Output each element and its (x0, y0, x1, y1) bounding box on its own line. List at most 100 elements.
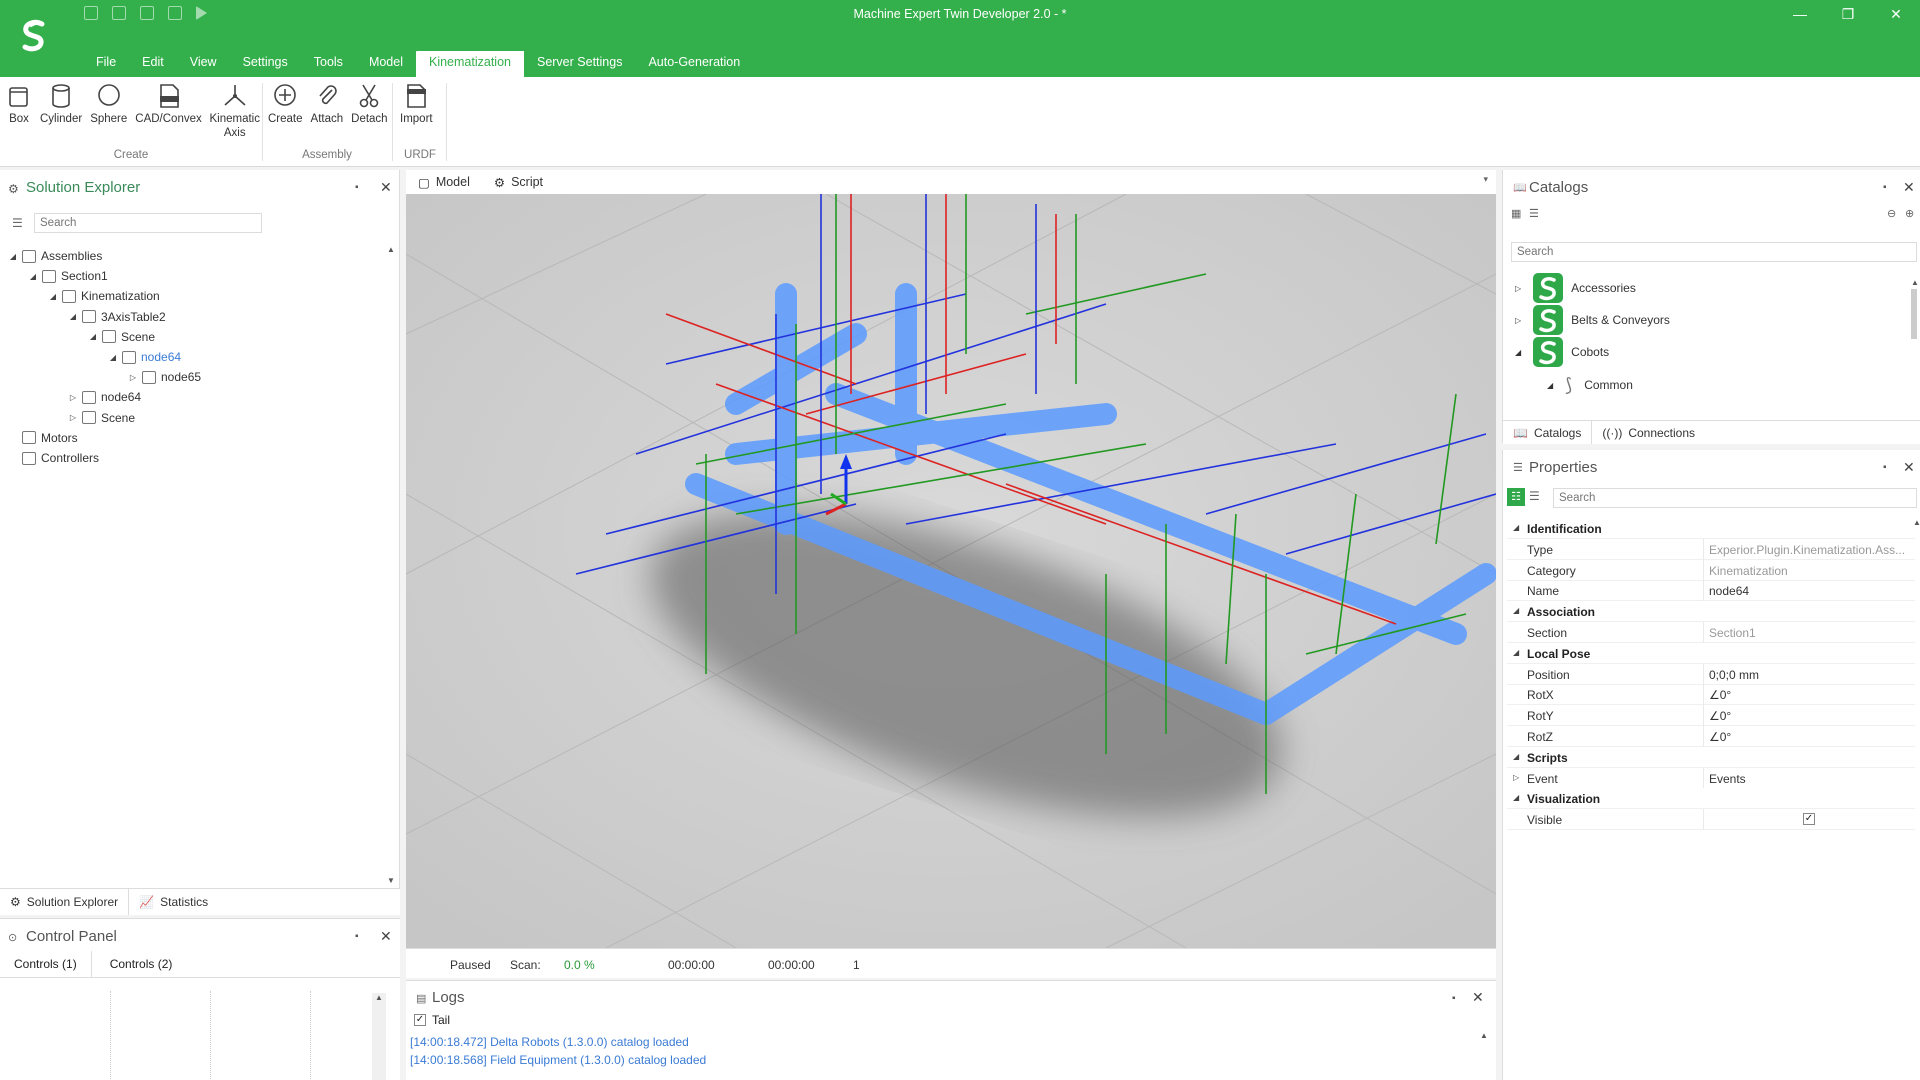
pin-icon[interactable]: ▪ (1452, 993, 1456, 1004)
tree-node[interactable]: ◢ node64 (108, 348, 181, 366)
property-row[interactable]: Category Kinematization (1507, 559, 1915, 581)
menu-kinematization[interactable]: Kinematization (415, 51, 524, 77)
3d-scene-canvas[interactable] (406, 194, 1496, 948)
property-value[interactable]: ∠0° (1709, 688, 1909, 702)
alphabetical-view-icon[interactable]: ☰ (1529, 489, 1540, 503)
kinematic-axis-button[interactable]: Kinematic Axis (206, 77, 264, 140)
close-panel-icon[interactable]: ✕ (380, 928, 392, 945)
expand-icon[interactable]: ▷ (68, 413, 78, 422)
controls-scrollbar[interactable]: ▲ (372, 993, 386, 1080)
menu-file[interactable]: File (83, 51, 129, 77)
property-row[interactable]: RotZ ∠0° (1507, 726, 1915, 747)
property-row[interactable]: Position 0;0;0 mm (1507, 663, 1915, 685)
collapse-icon[interactable]: ◢ (68, 312, 78, 321)
tree-node[interactable]: ◢ 3AxisTable2 (68, 308, 166, 326)
categorized-view-icon[interactable]: ☷ (1507, 488, 1525, 506)
tail-checkbox[interactable]: ✓ Tail (414, 1013, 450, 1027)
property-row[interactable]: Visible ✓ (1507, 809, 1915, 831)
logs-scrollbar[interactable]: ▲ (1480, 1031, 1488, 1040)
tree-node[interactable]: ◢ Scene (88, 328, 155, 346)
menu-tools[interactable]: Tools (301, 51, 356, 77)
property-category[interactable]: ◢ Identification (1507, 518, 1915, 539)
property-value[interactable]: ∠0° (1709, 709, 1909, 723)
close-window-button[interactable]: ✕ (1872, 0, 1920, 28)
property-row[interactable]: RotY ∠0° (1507, 705, 1915, 727)
property-category[interactable]: ◢ Visualization (1507, 788, 1915, 810)
property-row[interactable]: Type Experior.Plugin.Kinematization.Ass..… (1507, 538, 1915, 560)
properties-scrollbar[interactable]: ▲ (1913, 518, 1920, 527)
pin-icon[interactable]: ▪ (355, 931, 359, 942)
sort-icon[interactable]: ☰ (12, 216, 23, 230)
collapse-icon[interactable]: ◢ (1513, 523, 1519, 532)
urdf-import-button[interactable]: Import (396, 77, 437, 126)
list-view-icon[interactable]: ☰ (1529, 207, 1539, 220)
tab-controls-2[interactable]: Controls (2) (92, 951, 191, 977)
tab-connections[interactable]: ((·)) Connections (1592, 421, 1705, 444)
tree-node[interactable]: ▷ Scene (68, 409, 135, 427)
properties-search-input[interactable] (1553, 488, 1917, 508)
attach-button[interactable]: Attach (307, 77, 348, 126)
expand-icon[interactable]: ▷ (1513, 773, 1519, 782)
tab-statistics[interactable]: 📈 Statistics (129, 889, 218, 915)
cylinder-button[interactable]: Cylinder (36, 77, 86, 140)
menu-auto-generation[interactable]: Auto-Generation (635, 51, 753, 77)
menu-server-settings[interactable]: Server Settings (524, 51, 635, 77)
catalog-search-input[interactable] (1511, 242, 1917, 262)
pin-icon[interactable]: ▪ (355, 182, 359, 193)
cad-convex-button[interactable]: CAD/Convex (131, 77, 205, 140)
menu-settings[interactable]: Settings (230, 51, 301, 77)
collapse-icon[interactable]: ◢ (48, 292, 58, 301)
pin-icon[interactable]: ▪ (1883, 182, 1887, 193)
property-value[interactable]: Kinematization (1709, 564, 1909, 578)
sphere-button[interactable]: Sphere (86, 77, 131, 140)
tab-controls-1[interactable]: Controls (1) (0, 951, 92, 977)
pin-icon[interactable]: ▪ (1883, 462, 1887, 473)
tree-node[interactable]: ▷ node64 (68, 388, 141, 406)
box-button[interactable]: Box (2, 77, 36, 140)
property-category[interactable]: ◢ Association (1507, 601, 1915, 623)
catalog-item-common[interactable]: ◢ ⟆ Common (1547, 370, 1633, 400)
tree-node[interactable]: Motors (8, 429, 78, 447)
tab-solution-explorer[interactable]: ⚙ Solution Explorer (0, 889, 130, 915)
tree-node[interactable]: ▷ node65 (128, 368, 201, 386)
collapse-icon[interactable]: ◢ (28, 272, 38, 281)
property-value[interactable]: Experior.Plugin.Kinematization.Ass... (1709, 543, 1909, 557)
tab-catalogs[interactable]: 📖 Catalogs (1503, 421, 1593, 444)
property-value[interactable]: 0;0;0 mm (1709, 668, 1909, 682)
property-category[interactable]: ◢ Scripts (1507, 746, 1915, 768)
collapse-icon[interactable]: ◢ (1513, 648, 1519, 657)
tab-script[interactable]: ⚙ Script (482, 170, 555, 194)
tree-node[interactable]: ◢ Assemblies (8, 247, 102, 265)
zoom-out-icon[interactable]: ⊖ (1887, 207, 1896, 220)
collapse-icon[interactable]: ◢ (1513, 606, 1519, 615)
menu-edit[interactable]: Edit (129, 51, 177, 77)
property-value[interactable]: ∠0° (1709, 730, 1909, 744)
property-category[interactable]: ◢ Local Pose (1507, 642, 1915, 664)
zoom-in-icon[interactable]: ⊕ (1905, 207, 1914, 220)
property-row[interactable]: RotX ∠0° (1507, 684, 1915, 706)
menu-view[interactable]: View (177, 51, 230, 77)
property-value[interactable]: Events (1709, 772, 1909, 786)
property-row[interactable]: ▷ Event Events (1507, 767, 1915, 789)
menu-model[interactable]: Model (356, 51, 416, 77)
tab-model[interactable]: ▢ Model (406, 170, 482, 194)
property-value[interactable]: Section1 (1709, 626, 1909, 640)
grid-view-icon[interactable]: ▦ (1511, 207, 1521, 220)
catalog-item-cobots[interactable]: ◢ Cobots (1515, 337, 1609, 367)
visible-checkbox[interactable]: ✓ (1803, 813, 1815, 826)
tree-node[interactable]: ◢ Kinematization (48, 287, 160, 305)
property-row[interactable]: Section Section1 (1507, 622, 1915, 643)
catalog-item-accessories[interactable]: ▷ Accessories (1515, 273, 1636, 303)
restore-button[interactable]: ❐ (1824, 0, 1872, 28)
close-panel-icon[interactable]: ✕ (1472, 989, 1484, 1006)
viewport-dropdown-icon[interactable]: ▾ (1475, 170, 1496, 194)
tree-node[interactable]: Controllers (8, 449, 99, 467)
collapse-icon[interactable]: ◢ (8, 252, 18, 261)
tree-scrollbar[interactable]: ▲ ▼ (387, 245, 397, 885)
collapse-icon[interactable]: ◢ (1513, 793, 1519, 802)
collapse-icon[interactable]: ◢ (108, 353, 118, 362)
close-panel-icon[interactable]: ✕ (1903, 179, 1915, 196)
catalog-scrollbar[interactable]: ▲ (1911, 278, 1919, 418)
expand-icon[interactable]: ▷ (128, 373, 138, 382)
collapse-icon[interactable]: ◢ (88, 332, 98, 341)
